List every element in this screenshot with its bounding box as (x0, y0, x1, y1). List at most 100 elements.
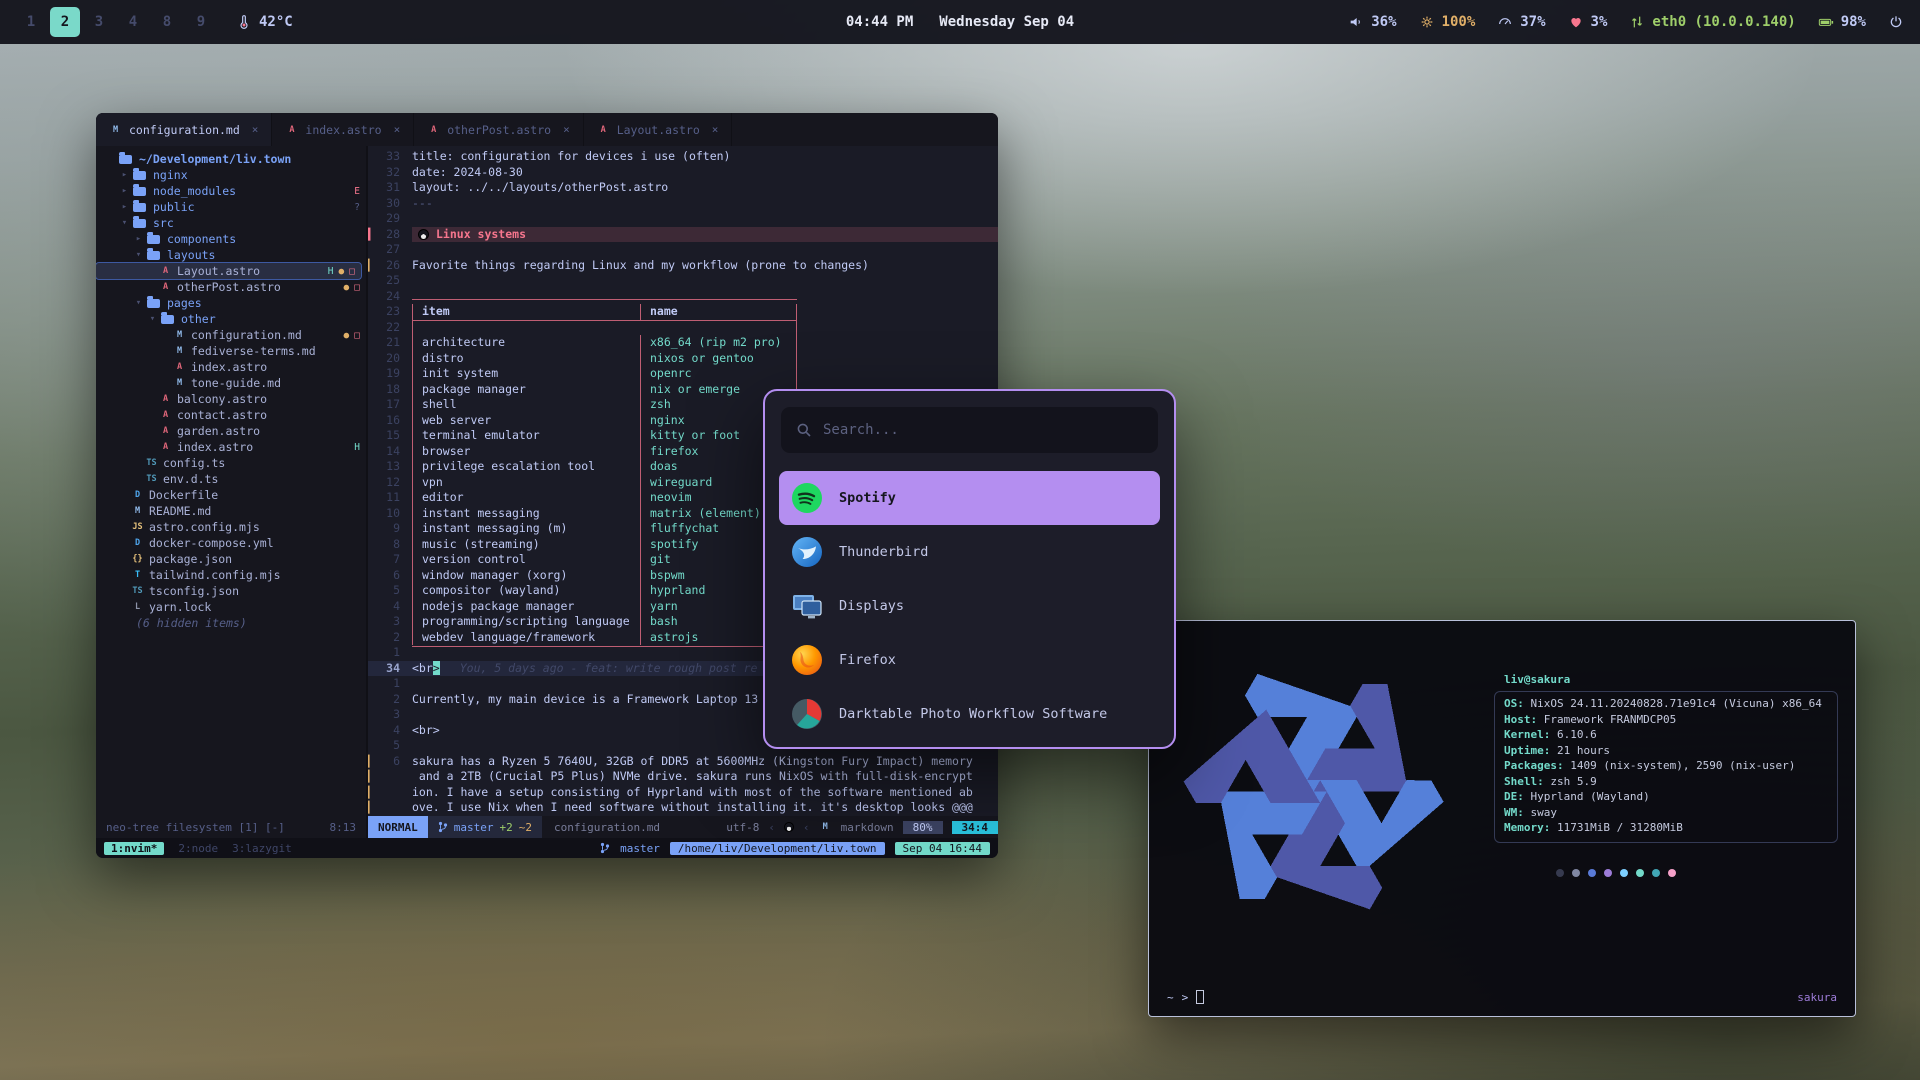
tree-item-dockerfile[interactable]: DDockerfile (96, 487, 366, 503)
tree-item-layouts[interactable]: ▾layouts (96, 247, 366, 263)
search-box[interactable] (781, 407, 1158, 453)
tab-configuration-md[interactable]: Mconfiguration.md× (96, 113, 272, 146)
tree-item-readme-md[interactable]: MREADME.md (96, 503, 366, 519)
module-power[interactable] (1888, 14, 1904, 30)
tab-close-icon[interactable]: × (394, 123, 401, 136)
editor-line: ▎ion. I have a setup consisting of Hyprl… (368, 785, 998, 801)
line-text: ove. I use Nix when I need software with… (412, 800, 998, 816)
palette-dot (1636, 869, 1644, 877)
tree-item-label: docker-compose.yml (149, 536, 274, 550)
tree-item-src[interactable]: ▾src (96, 215, 366, 231)
tmux-branch: master (620, 842, 660, 855)
tree-item-configuration-md[interactable]: Mconfiguration.md●□ (96, 327, 366, 343)
workspace-8[interactable]: 8 (152, 7, 182, 37)
tree-item-tone-guide-md[interactable]: Mtone-guide.md (96, 375, 366, 391)
launcher-item-label: Spotify (839, 490, 896, 506)
gauge-icon (1497, 14, 1513, 30)
tmux-window-3[interactable]: 3:lazygit (232, 842, 292, 855)
launcher-item-spotify[interactable]: Spotify (779, 471, 1160, 525)
tab-otherpost-astro[interactable]: AotherPost.astro× (414, 113, 583, 146)
line-text: sakura has a Ryzen 5 7640U, 32GB of DDR5… (412, 754, 998, 770)
tree-item-contact-astro[interactable]: Acontact.astro (96, 407, 366, 423)
tree-item-config-ts[interactable]: TSconfig.ts (96, 455, 366, 471)
info-value: NixOS 24.11.20240828.71e91c4 (Vicuna) x8… (1531, 697, 1822, 710)
line-number: 9 (382, 521, 412, 537)
line-number: 3 (382, 614, 412, 630)
tree-item-node-modules[interactable]: ▸node_modulesE (96, 183, 366, 199)
chevron-down-icon: ▾ (118, 218, 131, 228)
workspace-9[interactable]: 9 (186, 7, 216, 37)
git-status-badges: H (354, 442, 360, 453)
launcher-item-thunderbird[interactable]: Thunderbird (779, 525, 1160, 579)
tree-item-env-d-ts[interactable]: TSenv.d.ts (96, 471, 366, 487)
tree-item-nginx[interactable]: ▸nginx (96, 167, 366, 183)
line-number: 16 (382, 413, 412, 429)
tree-item-index-astro[interactable]: Aindex.astroH (96, 439, 366, 455)
module-gear[interactable]: 100% (1419, 14, 1476, 30)
tree-item-astro-config-mjs[interactable]: JSastro.config.mjs (96, 519, 366, 535)
tree-item-tailwind-config-mjs[interactable]: Ttailwind.config.mjs (96, 567, 366, 583)
module-heart[interactable]: 3% (1568, 14, 1608, 30)
tab-close-icon[interactable]: × (252, 123, 259, 136)
launcher-item-firefox[interactable]: Firefox (779, 633, 1160, 687)
tree-item-label: otherPost.astro (177, 280, 281, 294)
tree-item-label: tsconfig.json (149, 584, 239, 598)
tree-item-label: Layout.astro (177, 264, 260, 278)
terminal-window[interactable]: liv@sakura OS: NixOS 24.11.20240828.71e9… (1148, 620, 1856, 1017)
tree-item-components[interactable]: ▸components (96, 231, 366, 247)
folder-icon (119, 155, 132, 164)
launcher-item-displays[interactable]: Displays (779, 579, 1160, 633)
sign-column (368, 707, 382, 723)
workspace-3[interactable]: 3 (84, 7, 114, 37)
shell-prompt[interactable]: ~ > sakura (1167, 990, 1837, 1004)
sign-column (368, 738, 382, 754)
tree-item-fediverse-terms-md[interactable]: Mfediverse-terms.md (96, 343, 366, 359)
table-cell: openrc (640, 366, 797, 382)
terminal-cursor (1196, 990, 1204, 1004)
tree-item-docker-compose-yml[interactable]: Ddocker-compose.yml (96, 535, 366, 551)
tree-item-pages[interactable]: ▾pages (96, 295, 366, 311)
ts-file-icon: TS (131, 585, 144, 598)
tree-item-balcony-astro[interactable]: Abalcony.astro (96, 391, 366, 407)
editor-line: 25 (368, 273, 998, 289)
tab-layout-astro[interactable]: ALayout.astro× (584, 113, 733, 146)
editor-line: 23itemname (368, 304, 998, 320)
sign-column (368, 490, 382, 506)
tree-item-garden-astro[interactable]: Agarden.astro (96, 423, 366, 439)
module-gauge[interactable]: 37% (1497, 14, 1545, 30)
tree-item-6-hidden-items[interactable]: (6 hidden items) (96, 615, 366, 631)
prompt-char: > (1182, 991, 1189, 1004)
tree-item-other[interactable]: ▾other (96, 311, 366, 327)
launcher-item-darktable-photo-workflow-software[interactable]: Darktable Photo Workflow Software (779, 687, 1160, 741)
tab-close-icon[interactable]: × (712, 123, 719, 136)
module-network[interactable]: eth0 (10.0.0.140) (1629, 14, 1795, 30)
editor-line: 19init systemopenrc (368, 366, 998, 382)
tab-close-icon[interactable]: × (563, 123, 570, 136)
workspace-2[interactable]: 2 (50, 7, 80, 37)
penguin-icon (418, 229, 429, 240)
tree-root[interactable]: ~/Development/liv.town (96, 151, 366, 167)
tree-item-index-astro[interactable]: Aindex.astro (96, 359, 366, 375)
tree-item-layout-astro[interactable]: ALayout.astroH●□ (96, 263, 361, 279)
module-volume[interactable]: 36% (1348, 14, 1396, 30)
search-input[interactable] (823, 422, 1143, 438)
tab-index-astro[interactable]: Aindex.astro× (272, 113, 414, 146)
tmux-date: Sep 04 16:44 (895, 842, 990, 855)
line-text: title: configuration for devices i use (… (412, 149, 998, 165)
module-battery[interactable]: 98% (1818, 14, 1866, 30)
tree-item-otherpost-astro[interactable]: AotherPost.astro●□ (96, 279, 366, 295)
info-line-packages: Packages: 1409 (nix-system), 2590 (nix-u… (1504, 759, 1828, 775)
tree-item-public[interactable]: ▸public? (96, 199, 366, 215)
palette-dot (1572, 869, 1580, 877)
tree-item-tsconfig-json[interactable]: TS tsconfig.json (96, 583, 366, 599)
tree-item-package-json[interactable]: {}package.json (96, 551, 366, 567)
file-tree[interactable]: ~/Development/liv.town▸nginx▸node_module… (96, 146, 368, 816)
separator: ‹ (768, 821, 775, 834)
tree-item-yarn-lock[interactable]: Lyarn.lock (96, 599, 366, 615)
workspace-4[interactable]: 4 (118, 7, 148, 37)
line-text: Linux systems (412, 227, 998, 243)
tmux-window-1[interactable]: 1:nvim* (104, 842, 164, 855)
workspace-1[interactable]: 1 (16, 7, 46, 37)
tmux-window-2[interactable]: 2:node (178, 842, 218, 855)
power-icon (1888, 14, 1904, 30)
